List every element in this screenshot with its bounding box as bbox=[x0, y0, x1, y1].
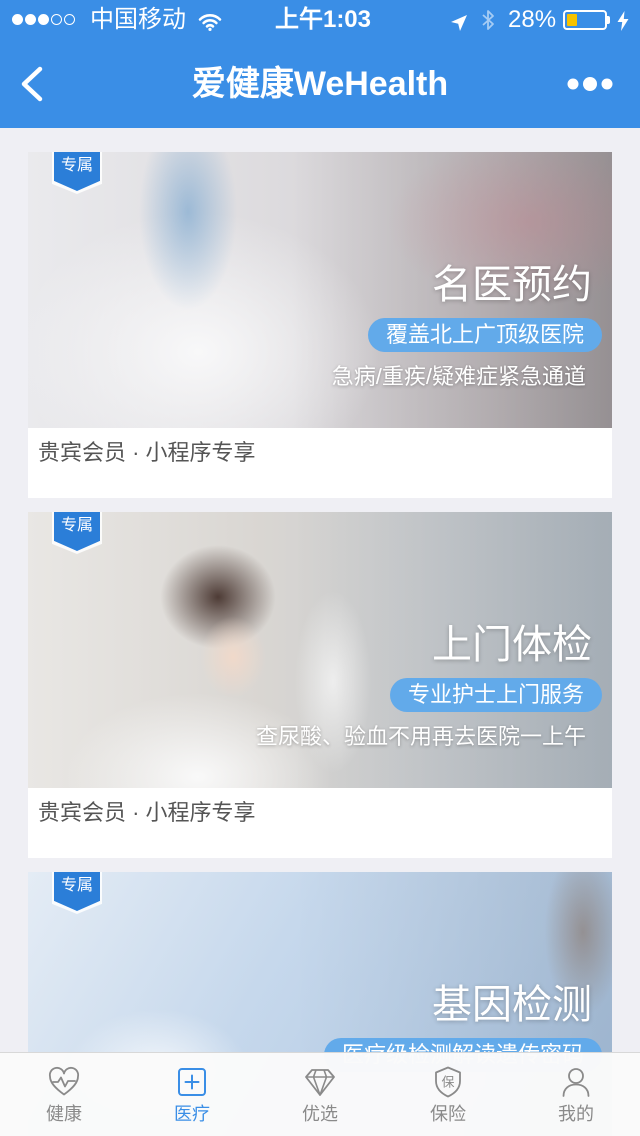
medical-plus-icon bbox=[175, 1065, 209, 1099]
service-card-home-checkup[interactable]: 专属 上门体检 专业护士上门服务 查尿酸、验血不用再去医院一上午 贵宾会员 · … bbox=[28, 512, 612, 858]
diamond-icon bbox=[303, 1065, 337, 1099]
tab-medical[interactable]: 医疗 bbox=[128, 1053, 256, 1136]
tab-featured[interactable]: 优选 bbox=[256, 1053, 384, 1136]
service-card-doctor-appointment[interactable]: 专属 名医预约 覆盖北上广顶级医院 急病/重疾/疑难症紧急通道 贵宾会员 · 小… bbox=[28, 152, 612, 498]
battery-cap bbox=[607, 16, 610, 24]
card-title: 上门体检 bbox=[432, 623, 592, 667]
location-arrow-icon bbox=[450, 11, 468, 31]
nurse-photo: 专属 上门体检 专业护士上门服务 查尿酸、验血不用再去医院一上午 bbox=[28, 512, 612, 788]
battery-percent: 28% bbox=[508, 6, 557, 33]
person-icon bbox=[559, 1065, 593, 1099]
doctor-photo: 专属 名医预约 覆盖北上广顶级医院 急病/重疾/疑难症紧急通道 bbox=[28, 152, 612, 428]
badge-label: 专属 bbox=[54, 512, 100, 551]
battery-icon bbox=[563, 10, 607, 30]
card-title: 名医预约 bbox=[432, 263, 592, 307]
charging-bolt-icon bbox=[617, 10, 629, 31]
more-dots-icon bbox=[567, 77, 613, 91]
status-bar: 中国移动 上午1:03 28% bbox=[0, 0, 640, 40]
shield-icon-text: 保 bbox=[441, 1076, 454, 1091]
app-header: 中国移动 上午1:03 28% 爱健康WeHealth bbox=[0, 0, 640, 128]
tab-label: 我的 bbox=[558, 1104, 594, 1124]
service-list: 专属 名医预约 覆盖北上广顶级医院 急病/重疾/疑难症紧急通道 贵宾会员 · 小… bbox=[0, 128, 640, 1136]
tab-label: 健康 bbox=[46, 1104, 82, 1124]
card-description: 急病/重疾/疑难症紧急通道 bbox=[331, 364, 586, 389]
tab-profile[interactable]: 我的 bbox=[512, 1053, 640, 1136]
bluetooth-icon bbox=[481, 9, 495, 31]
bottom-tab-bar: 健康 医疗 优选 保 保险 我的 bbox=[0, 1052, 640, 1136]
tab-label: 医疗 bbox=[174, 1104, 210, 1124]
tab-health[interactable]: 健康 bbox=[0, 1053, 128, 1136]
card-caption: 贵宾会员 · 小程序专享 bbox=[28, 428, 612, 498]
card-tag: 专业护士上门服务 bbox=[389, 678, 602, 712]
card-description: 查尿酸、验血不用再去医院一上午 bbox=[255, 724, 586, 749]
page-title: 爱健康WeHealth bbox=[191, 65, 449, 103]
battery-fill bbox=[567, 14, 578, 26]
badge-label: 专属 bbox=[54, 872, 100, 911]
navigation-bar: 爱健康WeHealth bbox=[0, 40, 640, 128]
more-menu-button[interactable] bbox=[566, 76, 614, 92]
shield-icon: 保 bbox=[431, 1065, 465, 1099]
tab-label: 保险 bbox=[430, 1104, 466, 1124]
tab-label: 优选 bbox=[302, 1104, 338, 1124]
card-tag: 覆盖北上广顶级医院 bbox=[367, 318, 602, 352]
card-caption: 贵宾会员 · 小程序专享 bbox=[28, 788, 612, 858]
exclusive-badge: 专属 bbox=[52, 512, 102, 554]
tab-insurance[interactable]: 保 保险 bbox=[384, 1053, 512, 1136]
card-title: 基因检测 bbox=[432, 983, 592, 1027]
badge-label: 专属 bbox=[54, 152, 100, 191]
heart-pulse-icon bbox=[47, 1065, 81, 1099]
exclusive-badge: 专属 bbox=[52, 152, 102, 194]
exclusive-badge: 专属 bbox=[52, 872, 102, 914]
